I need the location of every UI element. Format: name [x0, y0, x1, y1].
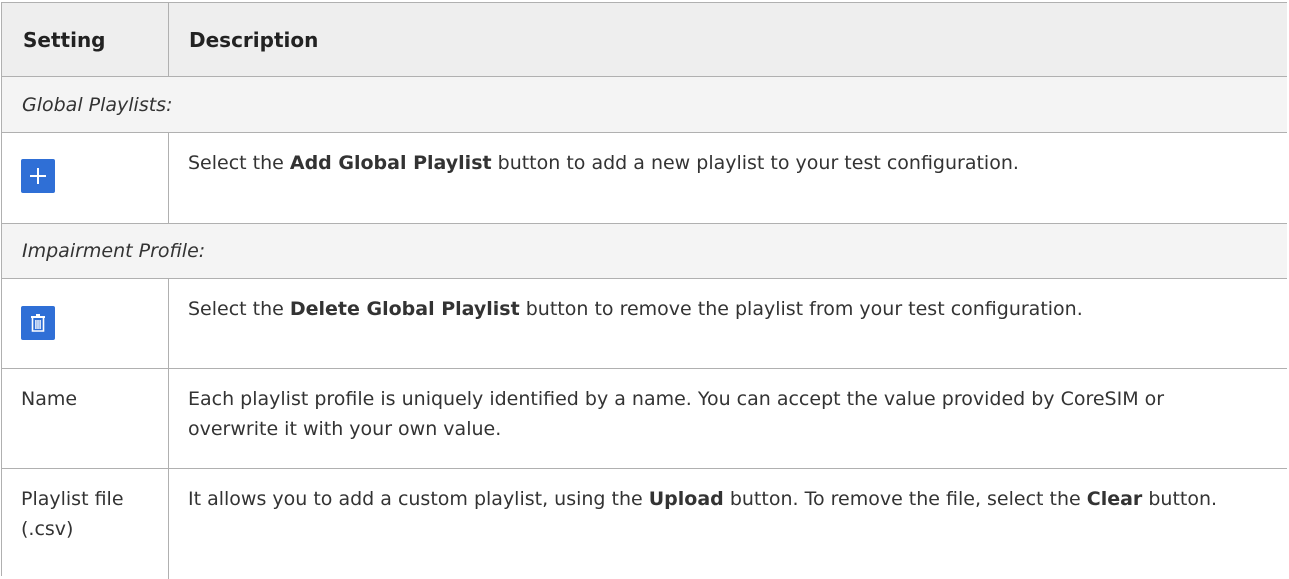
setting-name: Name: [2, 369, 169, 468]
table-row-add-global-playlist: Select the Add Global Playlist button to…: [2, 133, 1287, 224]
section-title-impairment-profile: Impairment Profile:: [22, 240, 206, 262]
desc-bold-upload: Upload: [648, 488, 724, 510]
description-playlist-file: It allows you to add a custom playlist, …: [169, 469, 1287, 579]
desc-text: button. To remove the file, select the: [723, 488, 1087, 510]
header-description: Description: [189, 27, 319, 52]
setting-cell: [2, 279, 169, 368]
setting-cell: [2, 133, 169, 223]
desc-text: It allows you to add a custom playlist, …: [188, 488, 649, 510]
description-cell: Select the Add Global Playlist button to…: [169, 133, 1287, 223]
table-row-playlist-file: Playlist file (.csv) It allows you to ad…: [2, 469, 1287, 579]
setting-playlist-file: Playlist file (.csv): [2, 469, 169, 579]
section-row-impairment-profile: Impairment Profile:: [2, 224, 1287, 279]
desc-text: button to add a new playlist to your tes…: [491, 152, 1019, 174]
desc-text: Select the: [188, 152, 290, 174]
header-setting: Setting: [2, 3, 169, 76]
trash-icon: [31, 314, 45, 332]
table-row-delete-global-playlist: Select the Delete Global Playlist button…: [2, 279, 1287, 369]
add-global-playlist-button[interactable]: [21, 159, 55, 193]
description-name: Each playlist profile is uniquely identi…: [188, 388, 1165, 440]
table-header: Setting Description: [2, 3, 1287, 77]
desc-bold-clear: Clear: [1086, 488, 1143, 510]
desc-bold-text: Delete Global Playlist: [289, 298, 520, 320]
desc-text: button.: [1142, 488, 1218, 510]
delete-global-playlist-button[interactable]: [21, 306, 55, 340]
section-title-global-playlists: Global Playlists:: [22, 93, 173, 116]
table-row-name: Name Each playlist profile is uniquely i…: [2, 369, 1287, 469]
section-row-global-playlists: Global Playlists:: [2, 77, 1287, 133]
desc-bold-text: Add Global Playlist: [289, 152, 492, 174]
desc-text: button to remove the playlist from your …: [519, 298, 1083, 320]
desc-text: Select the: [188, 298, 290, 320]
description-cell: Select the Delete Global Playlist button…: [169, 279, 1287, 368]
settings-table: Setting Description Global Playlists: Se…: [1, 2, 1287, 579]
plus-icon: [30, 168, 46, 184]
